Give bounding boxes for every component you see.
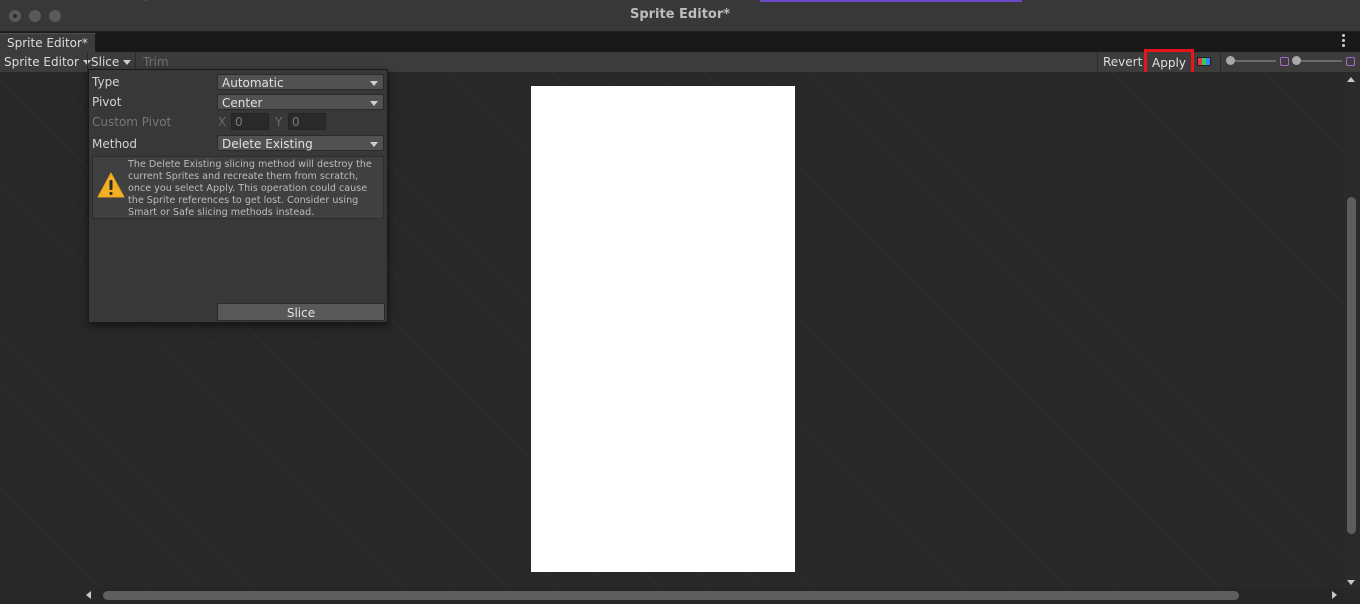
more-options-icon[interactable]	[1342, 34, 1345, 49]
custom-pivot-label: Custom Pivot	[92, 115, 172, 129]
zoom-slider-handle[interactable]	[1226, 56, 1235, 65]
custom-pivot-y-label: Y	[275, 115, 283, 129]
dropdown-caret-icon	[370, 81, 378, 86]
dropdown-caret-icon	[370, 142, 378, 147]
zoom-slider[interactable]	[1230, 60, 1276, 62]
dropdown-caret-icon	[123, 60, 132, 65]
titlebar-divider	[145, 0, 147, 1]
pivot-dropdown[interactable]: Center	[217, 94, 384, 110]
method-label: Method	[92, 137, 138, 151]
toolbar-separator	[1097, 52, 1098, 72]
window-title: Sprite Editor*	[629, 7, 731, 22]
revert-button[interactable]: Revert	[1103, 52, 1142, 72]
warning-helpbox: The Delete Existing slicing method will …	[92, 156, 384, 219]
slice-popup: Type Automatic Pivot Center Custom Pivot…	[88, 69, 388, 323]
horizontal-scrollbar-thumb[interactable]	[103, 591, 1239, 600]
scroll-down-arrow-icon[interactable]	[1347, 580, 1355, 585]
method-dropdown-value: Delete Existing	[222, 137, 313, 151]
pivot-label: Pivot	[92, 95, 122, 109]
sprite-texture-preview[interactable]	[531, 86, 795, 572]
vertical-scrollbar-thumb[interactable]	[1347, 197, 1356, 534]
pivot-dropdown-value: Center	[222, 96, 263, 110]
custom-pivot-y-field: 0	[288, 113, 326, 130]
scroll-left-arrow-icon[interactable]	[86, 591, 91, 599]
titlebar-accent-strip	[760, 0, 1022, 2]
vertical-scrollbar[interactable]	[1344, 72, 1360, 588]
type-label: Type	[92, 75, 120, 89]
type-dropdown[interactable]: Automatic	[217, 74, 384, 90]
window-titlebar: Sprite Editor*	[0, 0, 1360, 32]
mode-dropdown[interactable]: Sprite Editor	[4, 52, 91, 72]
slice-button[interactable]: Slice	[217, 303, 385, 321]
mip-max-icon	[1346, 57, 1355, 66]
dropdown-caret-icon	[370, 101, 378, 106]
zoom-max-icon	[1280, 57, 1289, 66]
custom-pivot-x-field: 0	[231, 113, 269, 130]
warning-message: The Delete Existing slicing method will …	[128, 159, 372, 218]
type-dropdown-value: Automatic	[222, 76, 284, 90]
warning-icon	[97, 172, 125, 198]
toolbar-separator	[1220, 52, 1221, 72]
scroll-right-arrow-icon[interactable]	[1332, 591, 1337, 599]
mip-slider[interactable]	[1294, 60, 1342, 62]
tab-sprite-editor[interactable]: Sprite Editor*	[0, 33, 96, 53]
method-dropdown[interactable]: Delete Existing	[217, 135, 384, 151]
custom-pivot-x-label: X	[218, 115, 227, 129]
horizontal-scrollbar[interactable]	[96, 588, 1344, 604]
slice-dropdown-label: Slice	[91, 55, 120, 69]
mode-dropdown-label: Sprite Editor	[4, 55, 79, 69]
mip-slider-handle[interactable]	[1292, 56, 1301, 65]
scroll-up-arrow-icon[interactable]	[1347, 77, 1355, 82]
rgb-channel-icon[interactable]	[1197, 57, 1211, 66]
